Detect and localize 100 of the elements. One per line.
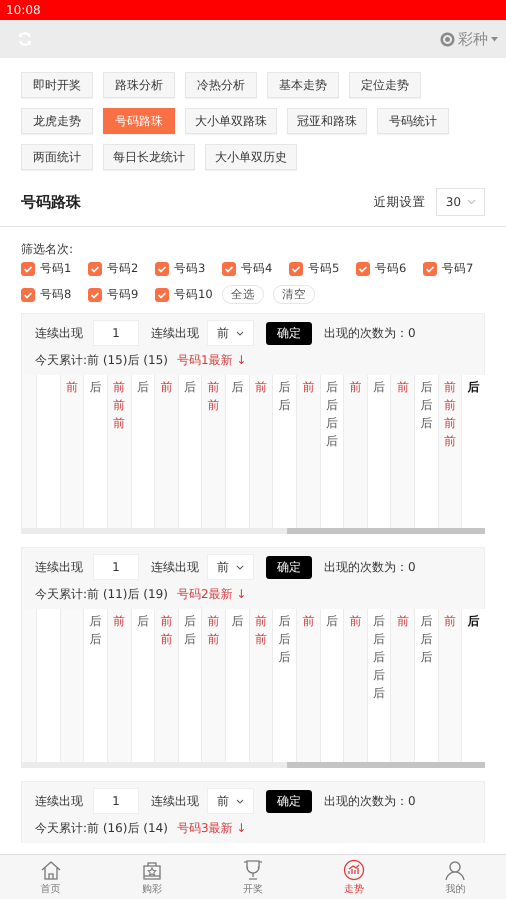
- grid-cell-text: 后: [136, 613, 149, 630]
- checkbox[interactable]: [356, 262, 370, 276]
- checkbox[interactable]: [222, 262, 236, 276]
- period-label: 近期设置: [374, 194, 426, 210]
- today-total: 今天累计:前 (11)后 (19): [35, 586, 168, 602]
- side-label: 连续出现: [151, 324, 199, 342]
- checkbox-label[interactable]: 号码3: [174, 261, 206, 276]
- grid-cell-text: 后: [373, 649, 386, 666]
- grid-cell-text: 后: [420, 397, 432, 414]
- grid-cell-text: 前: [254, 613, 267, 630]
- streak-input[interactable]: 1: [93, 788, 139, 814]
- grid-cell-text: 前: [350, 379, 362, 396]
- today-total: 今天累计:前 (16)后 (14): [35, 820, 168, 836]
- tab[interactable]: 每日长龙统计: [103, 144, 195, 170]
- grid-cell-text: 后: [468, 379, 480, 396]
- grid-cell-text: 后: [278, 613, 291, 630]
- side-select[interactable]: 前: [207, 788, 254, 814]
- clear-button[interactable]: 清空: [273, 285, 315, 304]
- grid-cell-text: 后: [90, 631, 102, 648]
- select-all-button[interactable]: 全选: [222, 285, 264, 304]
- grid-cell-text: 后: [90, 613, 102, 630]
- checkbox-label[interactable]: 号码6: [375, 261, 406, 276]
- streak-label: 连续出现: [35, 558, 83, 576]
- grid-cell-text: 后: [278, 631, 291, 648]
- checkbox-label[interactable]: 号码1: [40, 261, 72, 276]
- grid-cell-text: 后: [184, 613, 196, 630]
- grid-cell-text: 前: [208, 397, 220, 414]
- checkbox[interactable]: [21, 262, 35, 276]
- checkbox-label[interactable]: 号码7: [442, 261, 474, 276]
- grid-cell-text: 前: [254, 631, 267, 648]
- grid-cell-text: 前: [254, 379, 267, 396]
- filter-label: 筛选名次:: [21, 241, 74, 258]
- checkbox[interactable]: [155, 262, 169, 276]
- latest-link[interactable]: 号码3最新 ↓: [176, 820, 246, 836]
- section-title: 号码路珠: [21, 192, 81, 212]
- tab[interactable]: 冠亚和路珠: [287, 108, 367, 134]
- period-select[interactable]: 30: [436, 188, 485, 216]
- nav-item[interactable]: 购彩: [101, 855, 202, 899]
- checkbox[interactable]: [289, 262, 303, 276]
- tab[interactable]: 大小单双历史: [205, 144, 297, 170]
- nav-item[interactable]: 走势: [304, 855, 405, 899]
- checkbox[interactable]: [155, 288, 169, 302]
- grid-cell-text: 后: [231, 613, 244, 630]
- grid-cell-text: 后: [373, 685, 386, 702]
- nav-item[interactable]: 首页: [0, 855, 102, 899]
- count-text: 出现的次数为：0: [324, 324, 416, 342]
- grid-cell-text: 后: [184, 379, 196, 396]
- grid-cell-text: 前: [113, 415, 126, 432]
- nav-item[interactable]: 我的: [404, 855, 506, 899]
- checkbox-label[interactable]: 号码4: [241, 261, 272, 276]
- confirm-button[interactable]: 确定: [266, 790, 312, 812]
- side-label: 连续出现: [151, 792, 199, 810]
- checkbox[interactable]: [88, 262, 102, 276]
- tab[interactable]: 龙虎走势: [21, 108, 93, 134]
- tab[interactable]: 基本走势: [267, 72, 339, 98]
- grid-cell-text: 后: [420, 379, 432, 396]
- grid-cell-text: 后: [420, 415, 432, 432]
- streak-label: 连续出现: [35, 324, 83, 342]
- latest-link[interactable]: 号码1最新 ↓: [176, 352, 246, 368]
- tab[interactable]: 路珠分析: [103, 72, 175, 98]
- grid-cell-text: 后: [231, 379, 244, 396]
- scrollbar-thumb[interactable]: [287, 528, 485, 534]
- grid-cell-text: 前: [350, 613, 362, 630]
- confirm-button[interactable]: 确定: [266, 556, 312, 578]
- checkbox-label[interactable]: 号码2: [107, 261, 138, 276]
- grid-cell-text: 后: [326, 397, 338, 414]
- nav-item[interactable]: 开奖: [202, 855, 304, 899]
- grid-cell-text: 前: [113, 379, 126, 396]
- count-text: 出现的次数为：0: [324, 558, 416, 576]
- tab[interactable]: 大小单双路珠: [185, 108, 277, 134]
- streak-input[interactable]: 1: [93, 554, 139, 580]
- checkbox[interactable]: [423, 262, 437, 276]
- tab[interactable]: 定位走势: [349, 72, 421, 98]
- tab[interactable]: 号码统计: [377, 108, 449, 134]
- grid-cell-text: 后: [373, 667, 386, 684]
- checkbox-label[interactable]: 号码5: [308, 261, 340, 276]
- grid-cell-text: 后: [420, 613, 432, 630]
- grid-cell-text: 前: [444, 415, 456, 432]
- scrollbar-thumb[interactable]: [287, 762, 485, 768]
- tab[interactable]: 两面统计: [21, 144, 93, 170]
- tab[interactable]: 冷热分析: [185, 72, 257, 98]
- streak-input[interactable]: 1: [93, 320, 139, 346]
- grid-cell-text: 前: [208, 613, 220, 630]
- grid-cell-text: 前: [444, 613, 456, 630]
- grid-cell-text: 前: [208, 631, 220, 648]
- grid-cell-text: 后: [326, 415, 338, 432]
- checkbox-label[interactable]: 号码9: [107, 287, 138, 302]
- grid-cell-text: 后: [326, 379, 338, 396]
- checkbox-label[interactable]: 号码10: [174, 287, 213, 302]
- side-select[interactable]: 前: [207, 320, 254, 346]
- checkbox-label[interactable]: 号码8: [40, 287, 72, 302]
- tab[interactable]: 即时开奖: [21, 72, 93, 98]
- side-label: 连续出现: [151, 558, 199, 576]
- confirm-button[interactable]: 确定: [266, 322, 312, 344]
- checkbox[interactable]: [21, 288, 35, 302]
- grid-cell-text: 前: [444, 379, 456, 396]
- grid-cell-text: 前: [160, 613, 172, 630]
- side-select[interactable]: 前: [207, 554, 254, 580]
- checkbox[interactable]: [88, 288, 102, 302]
- latest-link[interactable]: 号码2最新 ↓: [176, 586, 246, 602]
